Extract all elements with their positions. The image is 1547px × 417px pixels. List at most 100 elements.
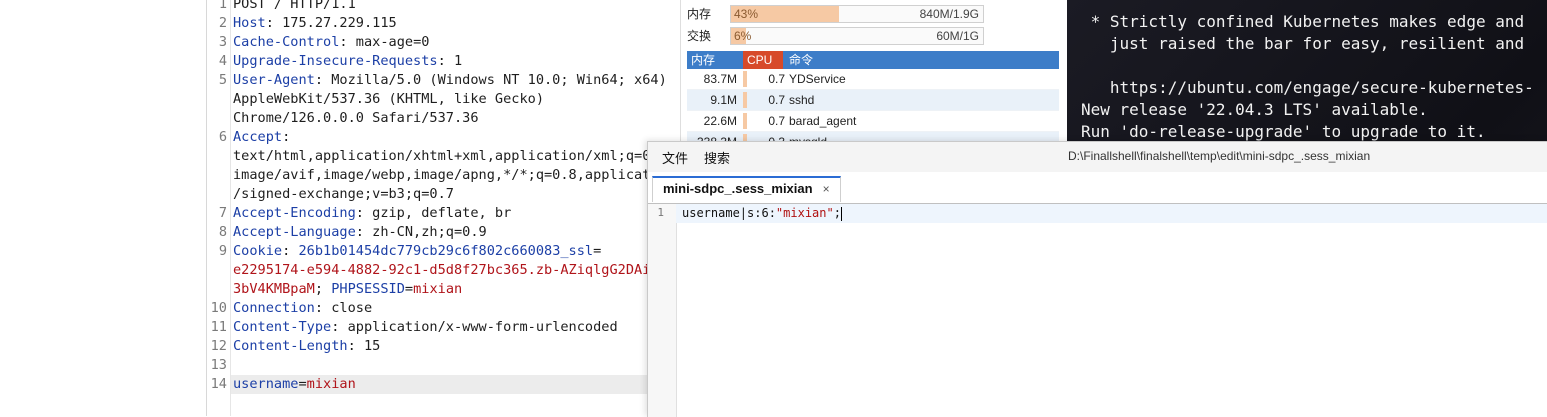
line-text: User-Agent: Mozilla/5.0 (Windows NT 10.0… [233, 71, 667, 90]
header-name: Connection [233, 300, 315, 316]
editor-tabbar: mini-sdpc_.sess_mixian × [648, 172, 1547, 204]
request-line[interactable]: 12 Content-Length: 15 [207, 337, 667, 356]
text-segment: : 1 [437, 53, 463, 69]
text-segment: Chrome/126.0.0.0 Safari/537.36 [233, 110, 479, 126]
memory-value: 840M/1.9G [919, 7, 979, 21]
line-number: 6 [218, 129, 227, 145]
request-line[interactable]: 8 Accept-Language: zh-CN,zh;q=0.9 [207, 223, 667, 242]
request-line[interactable]: 6 Accept: [207, 128, 667, 147]
editor-body[interactable]: 1 username|s:6:"mixian"; [648, 204, 1547, 417]
line-text: AppleWebKit/537.36 (KHTML, like Gecko) [233, 90, 544, 109]
line-text: Cache-Control: max-age=0 [233, 33, 429, 52]
process-cpu: 0.7 [743, 111, 785, 131]
request-line[interactable]: 10 Connection: close [207, 299, 667, 318]
line-text: Accept-Language: zh-CN,zh;q=0.9 [233, 223, 487, 242]
request-line[interactable]: Chrome/126.0.0.0 Safari/537.36 [207, 109, 667, 128]
text-segment: = [593, 243, 602, 259]
header-name: Accept-Encoding [233, 205, 356, 221]
column-cpu[interactable]: CPU [743, 51, 783, 69]
text-segment: image/avif,image/webp,image/apng,*/*;q=0… [233, 167, 667, 183]
line-text: e2295174-e594-4882-92c1-d5d8f27bc365.zb-… [233, 261, 659, 280]
line-text: /signed-exchange;v=b3;q=0.7 [233, 185, 454, 204]
line-number: 7 [218, 205, 227, 221]
text-segment: : gzip, deflate, br [355, 205, 512, 221]
line-number: 5 [218, 72, 227, 88]
text-segment: POST / HTTP/1.1 [233, 0, 356, 12]
text-caret [840, 206, 842, 221]
editor-line-number: 1 [657, 206, 664, 219]
header-name: Content-Type [233, 319, 332, 335]
process-cpu-value: 0.7 [768, 114, 785, 128]
request-line[interactable]: AppleWebKit/537.36 (KHTML, like Gecko) [207, 90, 667, 109]
process-memory: 83.7M [703, 72, 737, 86]
line-number: 3 [218, 34, 227, 50]
process-command: sshd [789, 93, 815, 107]
memory-percent: 43% [734, 7, 759, 21]
request-line[interactable]: 14 username=mixian [207, 375, 667, 394]
tab-title: mini-sdpc_.sess_mixian [663, 181, 813, 196]
cpu-bar-fill [743, 113, 747, 129]
request-line[interactable]: 9 Cookie: 26b1b01454dc779cb29c6f802c66008… [207, 242, 667, 261]
cpu-bar-fill [743, 92, 747, 108]
request-line[interactable]: 13 [207, 356, 667, 375]
text-segment: : Mozilla/5.0 (Windows NT 10.0; Win64; x… [314, 72, 667, 88]
process-row[interactable]: 22.6M 0.7 barad_agent [687, 111, 1059, 132]
editor-code-line[interactable]: username|s:6:"mixian"; [682, 206, 842, 221]
header-name: User-Agent [233, 72, 315, 88]
request-line[interactable]: 1 POST / HTTP/1.1 [207, 0, 667, 14]
line-number: 11 [210, 319, 227, 335]
line-text: Content-Length: 15 [233, 337, 380, 356]
line-number: 14 [210, 376, 227, 392]
header-name: Accept [233, 129, 283, 145]
request-line[interactable]: 3 Cache-Control: max-age=0 [207, 33, 667, 52]
text-segment: = [404, 281, 414, 297]
text-segment: : zh-CN,zh;q=0.9 [355, 224, 487, 240]
request-line[interactable]: 2 Host: 175.27.229.115 [207, 14, 667, 33]
request-line[interactable]: image/avif,image/webp,image/apng,*/*;q=0… [207, 166, 667, 185]
header-name: 26b1b01454dc779cb29c6f802c660083_ssl [298, 243, 594, 259]
terminal-line: https://ubuntu.com/engage/secure-kuberne… [1081, 78, 1534, 97]
http-request-editor[interactable]: 1 POST / HTTP/1.1 2 Host: 175.27.229.115 3 Ca… [207, 0, 667, 416]
request-line[interactable]: 5 User-Agent: Mozilla/5.0 (Windows NT 10.… [207, 71, 667, 90]
editor-menubar: 文件 搜索 D:\Finallshell\finalshell\temp\edi… [648, 142, 1547, 172]
header-name: username [233, 376, 299, 392]
request-line[interactable]: /signed-exchange;v=b3;q=0.7 [207, 185, 667, 204]
text-segment: AppleWebKit/537.36 (KHTML, like Gecko) [233, 91, 544, 107]
left-panel [0, 0, 207, 416]
request-line[interactable]: e2295174-e594-4882-92c1-d5d8f27bc365.zb-… [207, 261, 667, 280]
column-memory[interactable]: 内存 [691, 51, 715, 69]
text-segment: : 15 [347, 338, 381, 354]
terminal-line: just raised the bar for easy, resilient … [1081, 34, 1525, 53]
code-end: ; [833, 206, 841, 220]
line-number: 13 [210, 357, 227, 373]
tab-sess-file[interactable]: mini-sdpc_.sess_mixian × [652, 176, 841, 202]
menu-search[interactable]: 搜索 [704, 148, 730, 167]
process-row[interactable]: 83.7M 0.7 YDService [687, 69, 1059, 90]
process-command: barad_agent [789, 114, 857, 128]
header-name: Host [233, 15, 266, 31]
request-line[interactable]: 7 Accept-Encoding: gzip, deflate, br [207, 204, 667, 223]
request-line[interactable]: 3bV4KMBpaM; PHPSESSID=mixian [207, 280, 667, 299]
terminal-line: Run 'do-release-upgrade' to upgrade to i… [1081, 122, 1486, 141]
close-icon[interactable]: × [823, 182, 830, 196]
header-value: e2295174-e594-4882-92c1-d5d8f27bc365.zb-… [233, 262, 659, 278]
request-line[interactable]: text/html,application/xhtml+xml,applicat… [207, 147, 667, 166]
menu-file[interactable]: 文件 [662, 148, 688, 167]
process-table-header: 内存 CPU 命令 [687, 51, 1059, 69]
text-segment: : application/x-www-form-urlencoded [331, 319, 618, 335]
terminal-line: * Strictly confined Kubernetes makes edg… [1081, 12, 1525, 31]
header-name: PHPSESSID [331, 281, 405, 297]
header-name: Upgrade-Insecure-Requests [233, 53, 438, 69]
line-number: 8 [218, 224, 227, 240]
process-cpu: 0.7 [743, 69, 785, 89]
process-memory: 9.1M [710, 93, 737, 107]
line-text: username=mixian [233, 375, 356, 394]
request-line[interactable]: 4 Upgrade-Insecure-Requests: 1 [207, 52, 667, 71]
request-line[interactable]: 11 Content-Type: application/x-www-form-u… [207, 318, 667, 337]
code-key: username|s:6: [682, 206, 776, 220]
process-row[interactable]: 9.1M 0.7 sshd [687, 90, 1059, 111]
line-text: Accept-Encoding: gzip, deflate, br [233, 204, 511, 223]
line-text: Upgrade-Insecure-Requests: 1 [233, 52, 462, 71]
column-command[interactable]: 命令 [789, 51, 813, 69]
line-text: Connection: close [233, 299, 372, 318]
